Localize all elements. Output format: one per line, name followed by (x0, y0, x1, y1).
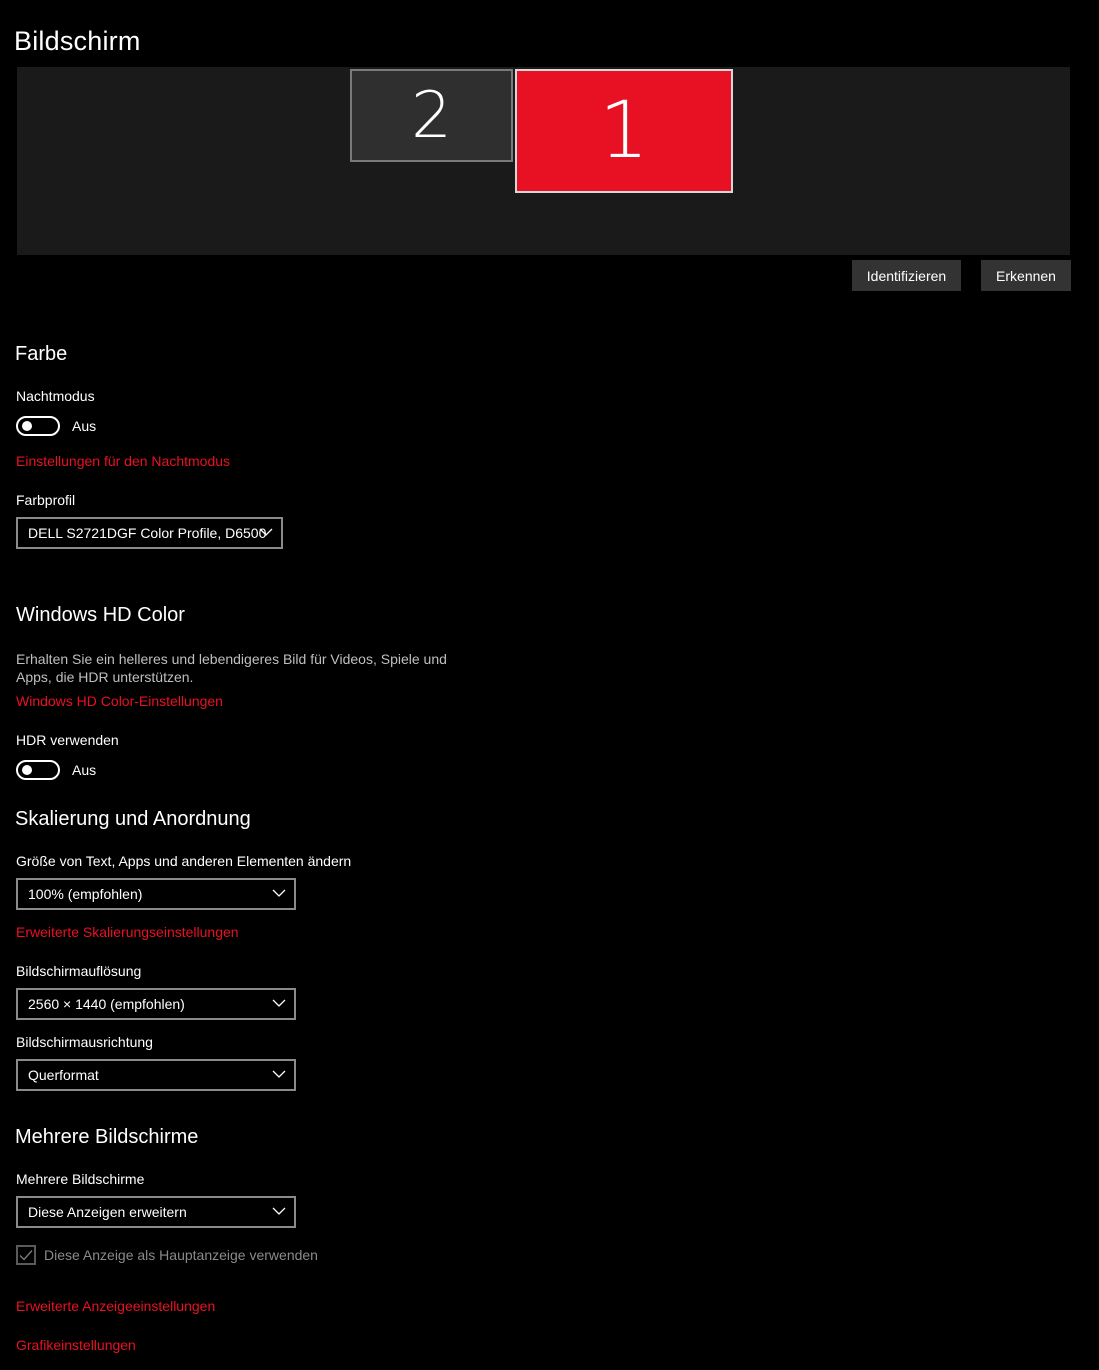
color-profile-select[interactable]: DELL S2721DGF Color Profile, D6500 (16, 517, 283, 549)
orientation-label: Bildschirmausrichtung (16, 1034, 153, 1050)
multiple-displays-select[interactable]: Diese Anzeigen erweitern (16, 1196, 296, 1228)
resolution-label: Bildschirmauflösung (16, 963, 142, 979)
section-title-hd-color: Windows HD Color (16, 604, 185, 626)
chevron-down-icon (272, 889, 286, 897)
monitor-2[interactable]: 2 (350, 69, 513, 162)
night-mode-toggle[interactable] (16, 416, 60, 436)
chevron-down-icon (272, 1070, 286, 1078)
main-display-checkbox[interactable] (16, 1245, 36, 1265)
color-profile-value: DELL S2721DGF Color Profile, D6500 (28, 525, 267, 541)
orientation-value: Querformat (28, 1067, 99, 1083)
night-mode-state: Aus (72, 418, 97, 434)
monitor-1-number: 1 (599, 86, 649, 176)
resolution-select[interactable]: 2560 × 1440 (empfohlen) (16, 988, 296, 1020)
advanced-scaling-link[interactable]: Erweiterte Skalierungseinstellungen (16, 924, 239, 940)
multiple-displays-label: Mehrere Bildschirme (16, 1171, 145, 1187)
chevron-down-icon (272, 999, 286, 1007)
scale-select[interactable]: 100% (empfohlen) (16, 878, 296, 910)
chevron-down-icon (259, 528, 273, 536)
section-title-color: Farbe (15, 343, 68, 365)
graphics-settings-link[interactable]: Grafikeinstellungen (16, 1337, 136, 1353)
night-mode-label: Nachtmodus (16, 388, 95, 404)
hdr-label: HDR verwenden (16, 732, 119, 748)
hdr-toggle[interactable] (16, 760, 60, 780)
section-title-scale-layout: Skalierung und Anordnung (15, 808, 251, 830)
chevron-down-icon (272, 1207, 286, 1215)
color-profile-label: Farbprofil (16, 492, 76, 508)
section-title-multiple-displays: Mehrere Bildschirme (15, 1126, 199, 1148)
night-mode-settings-link[interactable]: Einstellungen für den Nachtmodus (16, 453, 230, 469)
display-settings-page: Bildschirm 2 1 Identifizieren Erkennen F… (0, 0, 1099, 1370)
hd-color-description: Erhalten Sie ein helleres und lebendiger… (16, 651, 447, 685)
toggle-knob (22, 765, 32, 775)
page-title: Bildschirm (14, 26, 141, 56)
monitor-2-number: 2 (411, 78, 452, 153)
checkmark-icon (19, 1250, 33, 1261)
toggle-knob (22, 421, 32, 431)
multiple-displays-value: Diese Anzeigen erweitern (28, 1204, 187, 1220)
orientation-select[interactable]: Querformat (16, 1059, 296, 1091)
monitor-arrangement: 2 1 (17, 67, 1070, 255)
resolution-value: 2560 × 1440 (empfohlen) (28, 996, 185, 1012)
detect-button[interactable]: Erkennen (981, 260, 1071, 291)
hd-color-settings-link[interactable]: Windows HD Color-Einstellungen (16, 693, 223, 709)
identify-button[interactable]: Identifizieren (852, 260, 961, 291)
main-display-label: Diese Anzeige als Hauptanzeige verwenden (44, 1247, 318, 1263)
hdr-state: Aus (72, 762, 97, 778)
scale-value: 100% (empfohlen) (28, 886, 143, 902)
scale-label: Größe von Text, Apps und anderen Element… (16, 853, 352, 869)
advanced-display-settings-link[interactable]: Erweiterte Anzeigeeinstellungen (16, 1298, 215, 1314)
monitor-1[interactable]: 1 (515, 69, 733, 193)
